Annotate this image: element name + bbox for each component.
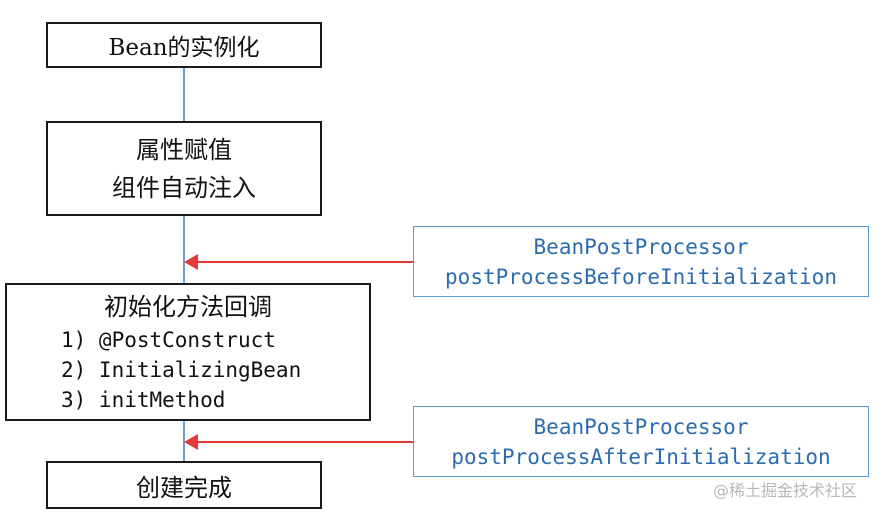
post-processor-after-method: postProcessAfterInitialization: [451, 445, 831, 469]
connector-1: [183, 67, 185, 121]
init-step-postconstruct: 1) @PostConstruct: [61, 328, 276, 352]
before-arrow-line: [196, 261, 413, 263]
creation-complete-box: 创建完成: [46, 461, 322, 509]
after-arrow-line: [196, 441, 413, 443]
init-step-initmethod: 3) initMethod: [61, 388, 226, 412]
post-processor-before-method: postProcessBeforeInitialization: [445, 265, 837, 289]
post-processor-before-box: BeanPostProcessor postProcessBeforeIniti…: [413, 226, 869, 297]
autowire-label: 组件自动注入: [112, 173, 256, 202]
after-arrow-head: [184, 434, 198, 450]
property-population-box: 属性赋值 组件自动注入: [46, 121, 322, 216]
init-callback-title: 初始化方法回调: [104, 293, 272, 321]
bean-instantiation-label: Bean的实例化: [108, 35, 260, 61]
watermark-text: @稀土掘金技术社区: [712, 481, 857, 500]
connector-2: [183, 215, 185, 283]
before-arrow-head: [184, 254, 198, 270]
bean-instantiation-box: Bean的实例化: [46, 22, 322, 68]
property-assign-label: 属性赋值: [136, 135, 232, 164]
init-callback-box: 初始化方法回调 1) @PostConstruct 2) Initializin…: [5, 283, 371, 421]
post-processor-before-class: BeanPostProcessor: [533, 235, 749, 259]
post-processor-after-class: BeanPostProcessor: [533, 415, 749, 439]
init-step-initializingbean: 2) InitializingBean: [61, 358, 302, 382]
creation-complete-label: 创建完成: [136, 473, 232, 502]
post-processor-after-box: BeanPostProcessor postProcessAfterInitia…: [413, 406, 869, 477]
